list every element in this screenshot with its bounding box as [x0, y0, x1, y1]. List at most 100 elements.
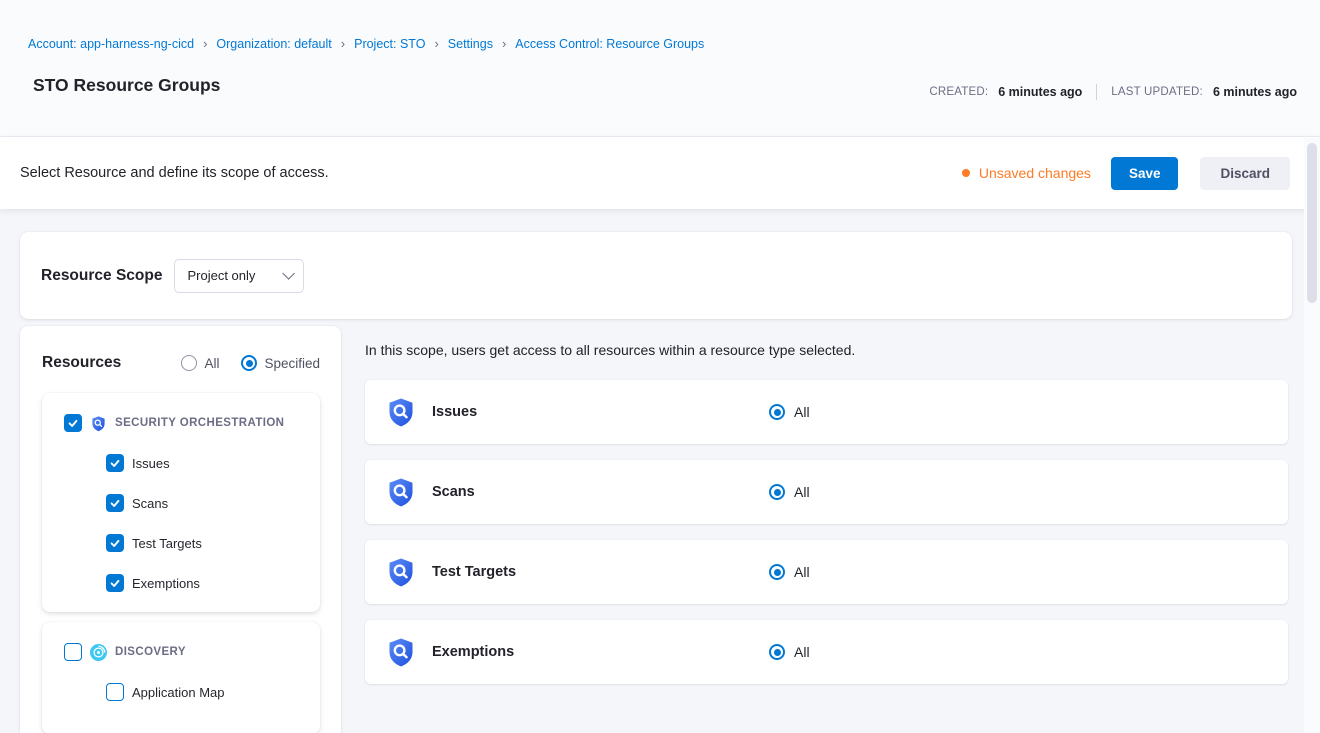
- resource-item-label: Exemptions: [132, 576, 200, 591]
- breadcrumb-link-project[interactable]: Project: STO: [354, 37, 425, 51]
- access-radio-all[interactable]: All: [769, 564, 810, 580]
- main-column: In this scope, users get access to all r…: [365, 326, 1288, 733]
- resource-item-exemptions: Exemptions: [42, 574, 320, 592]
- resource-item-label: Test Targets: [132, 536, 202, 551]
- checkmark-icon: [109, 537, 121, 549]
- resources-panel: Resources All Specified: [20, 326, 341, 733]
- resource-scope-card: Resource Scope Project only: [20, 232, 1292, 319]
- created-label: CREATED:: [929, 86, 988, 98]
- resource-card-exemptions: Exemptions All: [365, 620, 1288, 684]
- breadcrumb-link-access-control[interactable]: Access Control: Resource Groups: [515, 37, 704, 51]
- access-radio-circle[interactable]: [769, 564, 785, 580]
- access-radio-label: All: [794, 564, 810, 580]
- chevron-right-icon: ›: [341, 37, 345, 50]
- access-radio-circle[interactable]: [769, 644, 785, 660]
- group-checkbox-discovery[interactable]: [64, 643, 82, 661]
- page-header: Account: app-harness-ng-cicd › Organizat…: [0, 0, 1320, 137]
- resource-scope-label: Resource Scope: [41, 267, 162, 285]
- checkmark-icon: [67, 417, 79, 429]
- resources-mode-radios: All Specified: [181, 355, 320, 371]
- breadcrumb: Account: app-harness-ng-cicd › Organizat…: [0, 0, 1320, 51]
- resources-header: Resources All Specified: [42, 354, 320, 372]
- access-radio-label: All: [794, 644, 810, 660]
- breadcrumb-link-settings[interactable]: Settings: [448, 37, 493, 51]
- meta-divider: [1096, 84, 1097, 100]
- created-value: 6 minutes ago: [998, 85, 1082, 99]
- resource-card-label: Test Targets: [432, 564, 769, 580]
- radio-dot: [774, 569, 781, 576]
- access-radio-circle[interactable]: [769, 484, 785, 500]
- resource-item-label: Issues: [132, 456, 170, 471]
- chevron-right-icon: ›: [434, 37, 438, 50]
- resource-card-label: Exemptions: [432, 644, 769, 660]
- breadcrumb-link-organization[interactable]: Organization: default: [216, 37, 331, 51]
- chevron-down-icon: [283, 267, 296, 280]
- group-header: DISCOVERY: [42, 643, 320, 661]
- radio-specified-label: Specified: [264, 356, 320, 371]
- access-radio-all[interactable]: All: [769, 644, 810, 660]
- resource-item-issues: Issues: [42, 454, 320, 472]
- access-radio-all[interactable]: All: [769, 404, 810, 420]
- toolbar-description: Select Resource and define its scope of …: [20, 165, 329, 181]
- sto-shield-icon: [90, 415, 107, 432]
- unsaved-dot-icon: [962, 169, 970, 177]
- unsaved-changes: Unsaved changes: [962, 165, 1091, 181]
- radio-all[interactable]: All: [181, 355, 219, 371]
- resource-card-test-targets: Test Targets All: [365, 540, 1288, 604]
- resource-checkbox-scans[interactable]: [106, 494, 124, 512]
- resource-item-application-map: Application Map: [42, 683, 320, 701]
- scrollbar-thumb[interactable]: [1307, 143, 1317, 303]
- radio-dot: [246, 360, 253, 367]
- toolbar-actions: Unsaved changes Save Discard: [962, 157, 1290, 190]
- app-viewport: Account: app-harness-ng-cicd › Organizat…: [0, 0, 1320, 733]
- resource-checkbox-test-targets[interactable]: [106, 534, 124, 552]
- resource-group-discovery: DISCOVERY Application Map: [42, 622, 320, 733]
- unsaved-changes-text: Unsaved changes: [979, 165, 1091, 181]
- sto-shield-icon: [385, 396, 417, 428]
- resource-item-label: Scans: [132, 496, 168, 511]
- main-description: In this scope, users get access to all r…: [365, 342, 1288, 358]
- radio-dot: [774, 649, 781, 656]
- resource-item-scans: Scans: [42, 494, 320, 512]
- resource-card-issues: Issues All: [365, 380, 1288, 444]
- toolbar: Select Resource and define its scope of …: [0, 137, 1320, 209]
- access-radio-label: All: [794, 484, 810, 500]
- resource-checkbox-exemptions[interactable]: [106, 574, 124, 592]
- radio-all-circle[interactable]: [181, 355, 197, 371]
- resource-checkbox-application-map[interactable]: [106, 683, 124, 701]
- radio-all-label: All: [204, 356, 219, 371]
- save-button[interactable]: Save: [1111, 157, 1179, 190]
- discard-button[interactable]: Discard: [1200, 157, 1290, 190]
- checkmark-icon: [109, 457, 121, 469]
- group-header: SECURITY ORCHESTRATION: [42, 414, 320, 432]
- access-radio-all[interactable]: All: [769, 484, 810, 500]
- radio-specified-circle[interactable]: [241, 355, 257, 371]
- resource-scope-selected-value: Project only: [187, 268, 255, 283]
- access-radio-label: All: [794, 404, 810, 420]
- resource-card-scans: Scans All: [365, 460, 1288, 524]
- sto-shield-icon: [385, 636, 417, 668]
- sto-shield-icon: [385, 556, 417, 588]
- resource-checkbox-issues[interactable]: [106, 454, 124, 472]
- access-radio-circle[interactable]: [769, 404, 785, 420]
- resource-group-security-orchestration: SECURITY ORCHESTRATION Issues Scans: [42, 393, 320, 612]
- scrollbar[interactable]: [1304, 138, 1320, 733]
- chevron-right-icon: ›: [203, 37, 207, 50]
- last-updated-value: 6 minutes ago: [1213, 85, 1297, 99]
- resource-scope-select[interactable]: Project only: [174, 259, 304, 293]
- resource-card-label: Issues: [432, 404, 769, 420]
- last-updated-label: LAST UPDATED:: [1111, 86, 1203, 98]
- resource-card-label: Scans: [432, 484, 769, 500]
- radio-specified[interactable]: Specified: [241, 355, 320, 371]
- sto-shield-icon: [385, 476, 417, 508]
- group-checkbox-security-orchestration[interactable]: [64, 414, 82, 432]
- resources-title: Resources: [42, 354, 121, 372]
- content-area: Resource Scope Project only Resources Al…: [0, 209, 1320, 733]
- group-label: SECURITY ORCHESTRATION: [115, 417, 284, 429]
- resource-cards: Issues All Scans All: [365, 380, 1288, 684]
- content-columns: Resources All Specified: [0, 326, 1320, 733]
- resource-item-test-targets: Test Targets: [42, 534, 320, 552]
- breadcrumb-link-account[interactable]: Account: app-harness-ng-cicd: [28, 37, 194, 51]
- radio-dot: [186, 360, 193, 367]
- discovery-icon: [90, 644, 107, 661]
